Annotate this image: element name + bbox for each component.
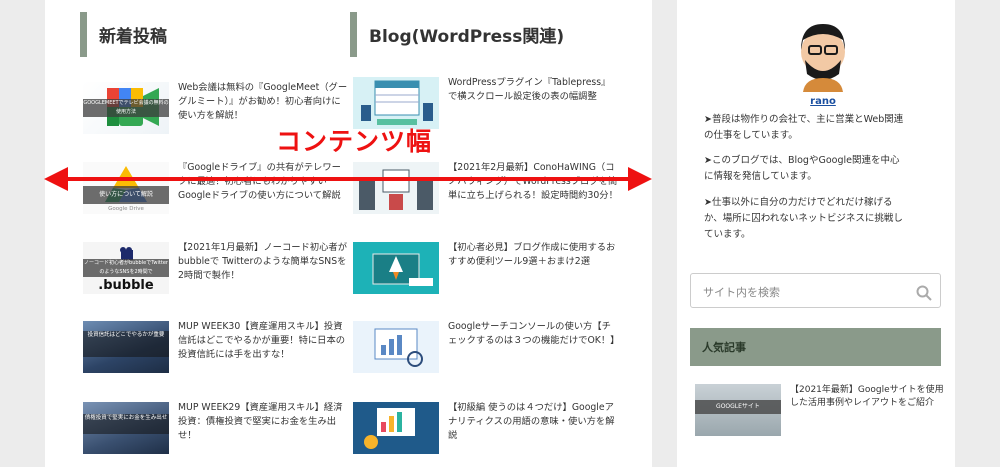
recent-post-item[interactable]: 債権投資で堅実にお金を生み出せ MUP WEEK29【資産運用スキル】経済投資：… [80,402,345,458]
blog-post-title[interactable]: WordPressプラグイン『Tablepress』で横スクロール設定後の表の幅… [448,76,618,104]
recent-post-item[interactable]: ノーコード初心者がbubbleでTwitterのようなSNSを2時間で .bub… [80,241,348,298]
author-bio-paragraph: ➤普段は物作りの会社で、主に営業とWeb関連の仕事をしています。 [704,114,904,141]
popular-post-item[interactable]: GOOGLEサイト 【2021年最新】Googleサイトを使用した活用事例やレイ… [695,384,945,438]
post-thumbnail-bond[interactable]: 債権投資で堅実にお金を生み出せ [83,402,169,454]
author-name-link[interactable]: rano [785,96,861,107]
post-thumbnail-analytics[interactable] [353,402,439,454]
analytics-illustration-icon [374,328,423,367]
thumb-caption: Google Drive [108,206,144,212]
blog-post-title[interactable]: 【初級編 使うのは４つだけ】Googleアナリティクスの用語の意味・使い方を解説 [448,401,618,443]
author-bio-paragraph: ➤このブログでは、BlogやGoogle関連を中心に情報を発信しています。 [704,155,900,182]
content-width-annotation: コンテンツ幅 [276,127,433,156]
recent-post-item[interactable]: 投資信託はどこでやるかが重要 MUP WEEK30【資産運用スキル】投資信託はど… [80,321,345,377]
post-thumbnail-bubble[interactable]: ノーコード初心者がbubbleでTwitterのようなSNSを2時間で .bub… [83,242,169,294]
double-arrow-icon [44,167,652,191]
recent-post-title[interactable]: Web会議は無料の『GoogleMeet（グーグルミート）』がお勧め！初心者向け… [178,81,348,123]
blog-post-title[interactable]: Googleサーチコンソールの使い方【チェックするのは３つの機能だけでOK！】 [448,320,619,348]
blog-post-item[interactable]: 【初心者必見】ブログ作成に使用するおすすめ便利ツール9選＋おまけ2選 [350,242,615,298]
post-thumbnail-search-console[interactable] [353,321,439,373]
data-analysis-illustration-icon [364,408,415,449]
search-icon[interactable] [916,285,932,301]
recent-post-title[interactable]: MUP WEEK29【資産運用スキル】経済投資：債権投資で堅実にお金を生み出せ！ [178,401,348,443]
site-search-input[interactable]: サイト内を検索 [690,273,941,308]
search-placeholder: サイト内を検索 [703,286,780,299]
post-thumbnail-investment[interactable]: 投資信託はどこでやるかが重要 [83,321,169,373]
recent-post-title[interactable]: MUP WEEK30【資産運用スキル】投資信託はどこでやるかが重要！特に日本の投… [178,320,348,362]
popular-post-thumbnail[interactable]: GOOGLEサイト [695,384,781,436]
recent-post-title[interactable]: 【2021年1月最新】ノーコード初心者がbubbleで Twitterのような簡… [178,241,348,283]
recent-posts-section: 新着投稿 GOOGLEMEETでテレビ会議の無料の使用方法 Web会議は無料の『… [80,12,347,467]
rocket-illustration-icon [372,253,433,286]
blog-post-item[interactable]: 【初級編 使うのは４つだけ】Googleアナリティクスの用語の意味・使い方を解説 [350,402,615,458]
popular-post-title[interactable]: 【2021年最新】Googleサイトを使用した活用事例やレイアウトをご紹介 [790,384,945,410]
blog-post-item[interactable]: Googleサーチコンソールの使い方【チェックするのは３つの機能だけでOK！】 [350,320,619,377]
post-thumbnail-google-meet[interactable]: GOOGLEMEETでテレビ会議の無料の使用方法 [83,82,169,134]
thumb-caption: .bubble [98,278,154,293]
author-bio-paragraph: ➤仕事以外に自分の力だけでどれだけ稼げるか、場所に囚われないネットビジネスに挑戦… [704,197,903,240]
blog-posts-section: Blog(WordPress関連) WordPressプラグイン『Tablepr… [350,12,619,467]
recent-posts-heading: 新着投稿 [80,12,340,57]
author-avatar[interactable] [785,16,861,92]
blog-posts-heading: Blog(WordPress関連) [350,12,610,57]
popular-posts-heading: 人気記事 [690,328,941,366]
blog-post-title[interactable]: 【初心者必見】ブログ作成に使用するおすすめ便利ツール9選＋おまけ2選 [448,241,618,269]
post-thumbnail-tools[interactable] [353,242,439,294]
